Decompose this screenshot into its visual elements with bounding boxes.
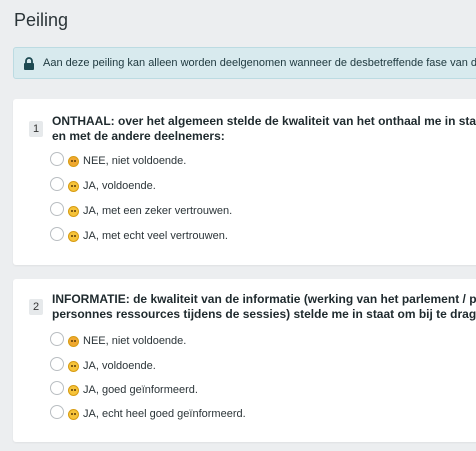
page-title: Peiling (14, 10, 69, 30)
question-text-line: INFORMATIE: de kwaliteit van de informat… (52, 292, 476, 306)
notice-text: Aan deze peiling kan alleen worden deelg… (43, 57, 476, 69)
lock-icon (24, 57, 34, 70)
question-text: ONTHAAL: over het algemeen stelde de kwa… (52, 114, 476, 144)
question-number: 2 (29, 299, 43, 315)
angry-face-icon (68, 336, 79, 347)
radio-button[interactable] (50, 177, 64, 191)
radio-button[interactable] (50, 381, 64, 395)
smile-icon (68, 206, 79, 217)
question-text-line: ONTHAAL: over het algemeen stelde de kwa… (52, 114, 476, 128)
question-text-line: en met de andere deelnemers: (52, 129, 225, 143)
option-label: JA, goed geïnformeerd. (83, 384, 198, 396)
radio-button[interactable] (50, 152, 64, 166)
radio-button[interactable] (50, 202, 64, 216)
option-label: NEE, niet voldoende. (83, 155, 187, 167)
radio-button[interactable] (50, 357, 64, 371)
option-label: JA, echt heel goed geïnformeerd. (83, 408, 246, 420)
question-number: 1 (29, 121, 43, 137)
option-label: JA, voldoende. (83, 180, 156, 192)
slight-smile-icon (68, 181, 79, 192)
radio-button[interactable] (50, 227, 64, 241)
question-text: INFORMATIE: de kwaliteit van de informat… (52, 292, 476, 322)
big-smile-icon (68, 231, 79, 242)
option-label: JA, voldoende. (83, 360, 156, 372)
access-notice: Aan deze peiling kan alleen worden deelg… (13, 47, 476, 79)
slight-smile-icon (68, 361, 79, 372)
big-smile-icon (68, 409, 79, 420)
radio-button[interactable] (50, 332, 64, 346)
option-label: JA, met echt veel vertrouwen. (83, 230, 228, 242)
question-card-1: 1 ONTHAAL: over het algemeen stelde de k… (13, 99, 476, 265)
radio-button[interactable] (50, 405, 64, 419)
option-label: NEE, niet voldoende. (83, 335, 187, 347)
option-label: JA, met een zeker vertrouwen. (83, 205, 233, 217)
question-card-2: 2 INFORMATIE: de kwaliteit van de inform… (13, 279, 476, 442)
smile-icon (68, 385, 79, 396)
angry-face-icon (68, 156, 79, 167)
question-text-line: personnes ressources tijdens de sessies)… (52, 307, 476, 321)
